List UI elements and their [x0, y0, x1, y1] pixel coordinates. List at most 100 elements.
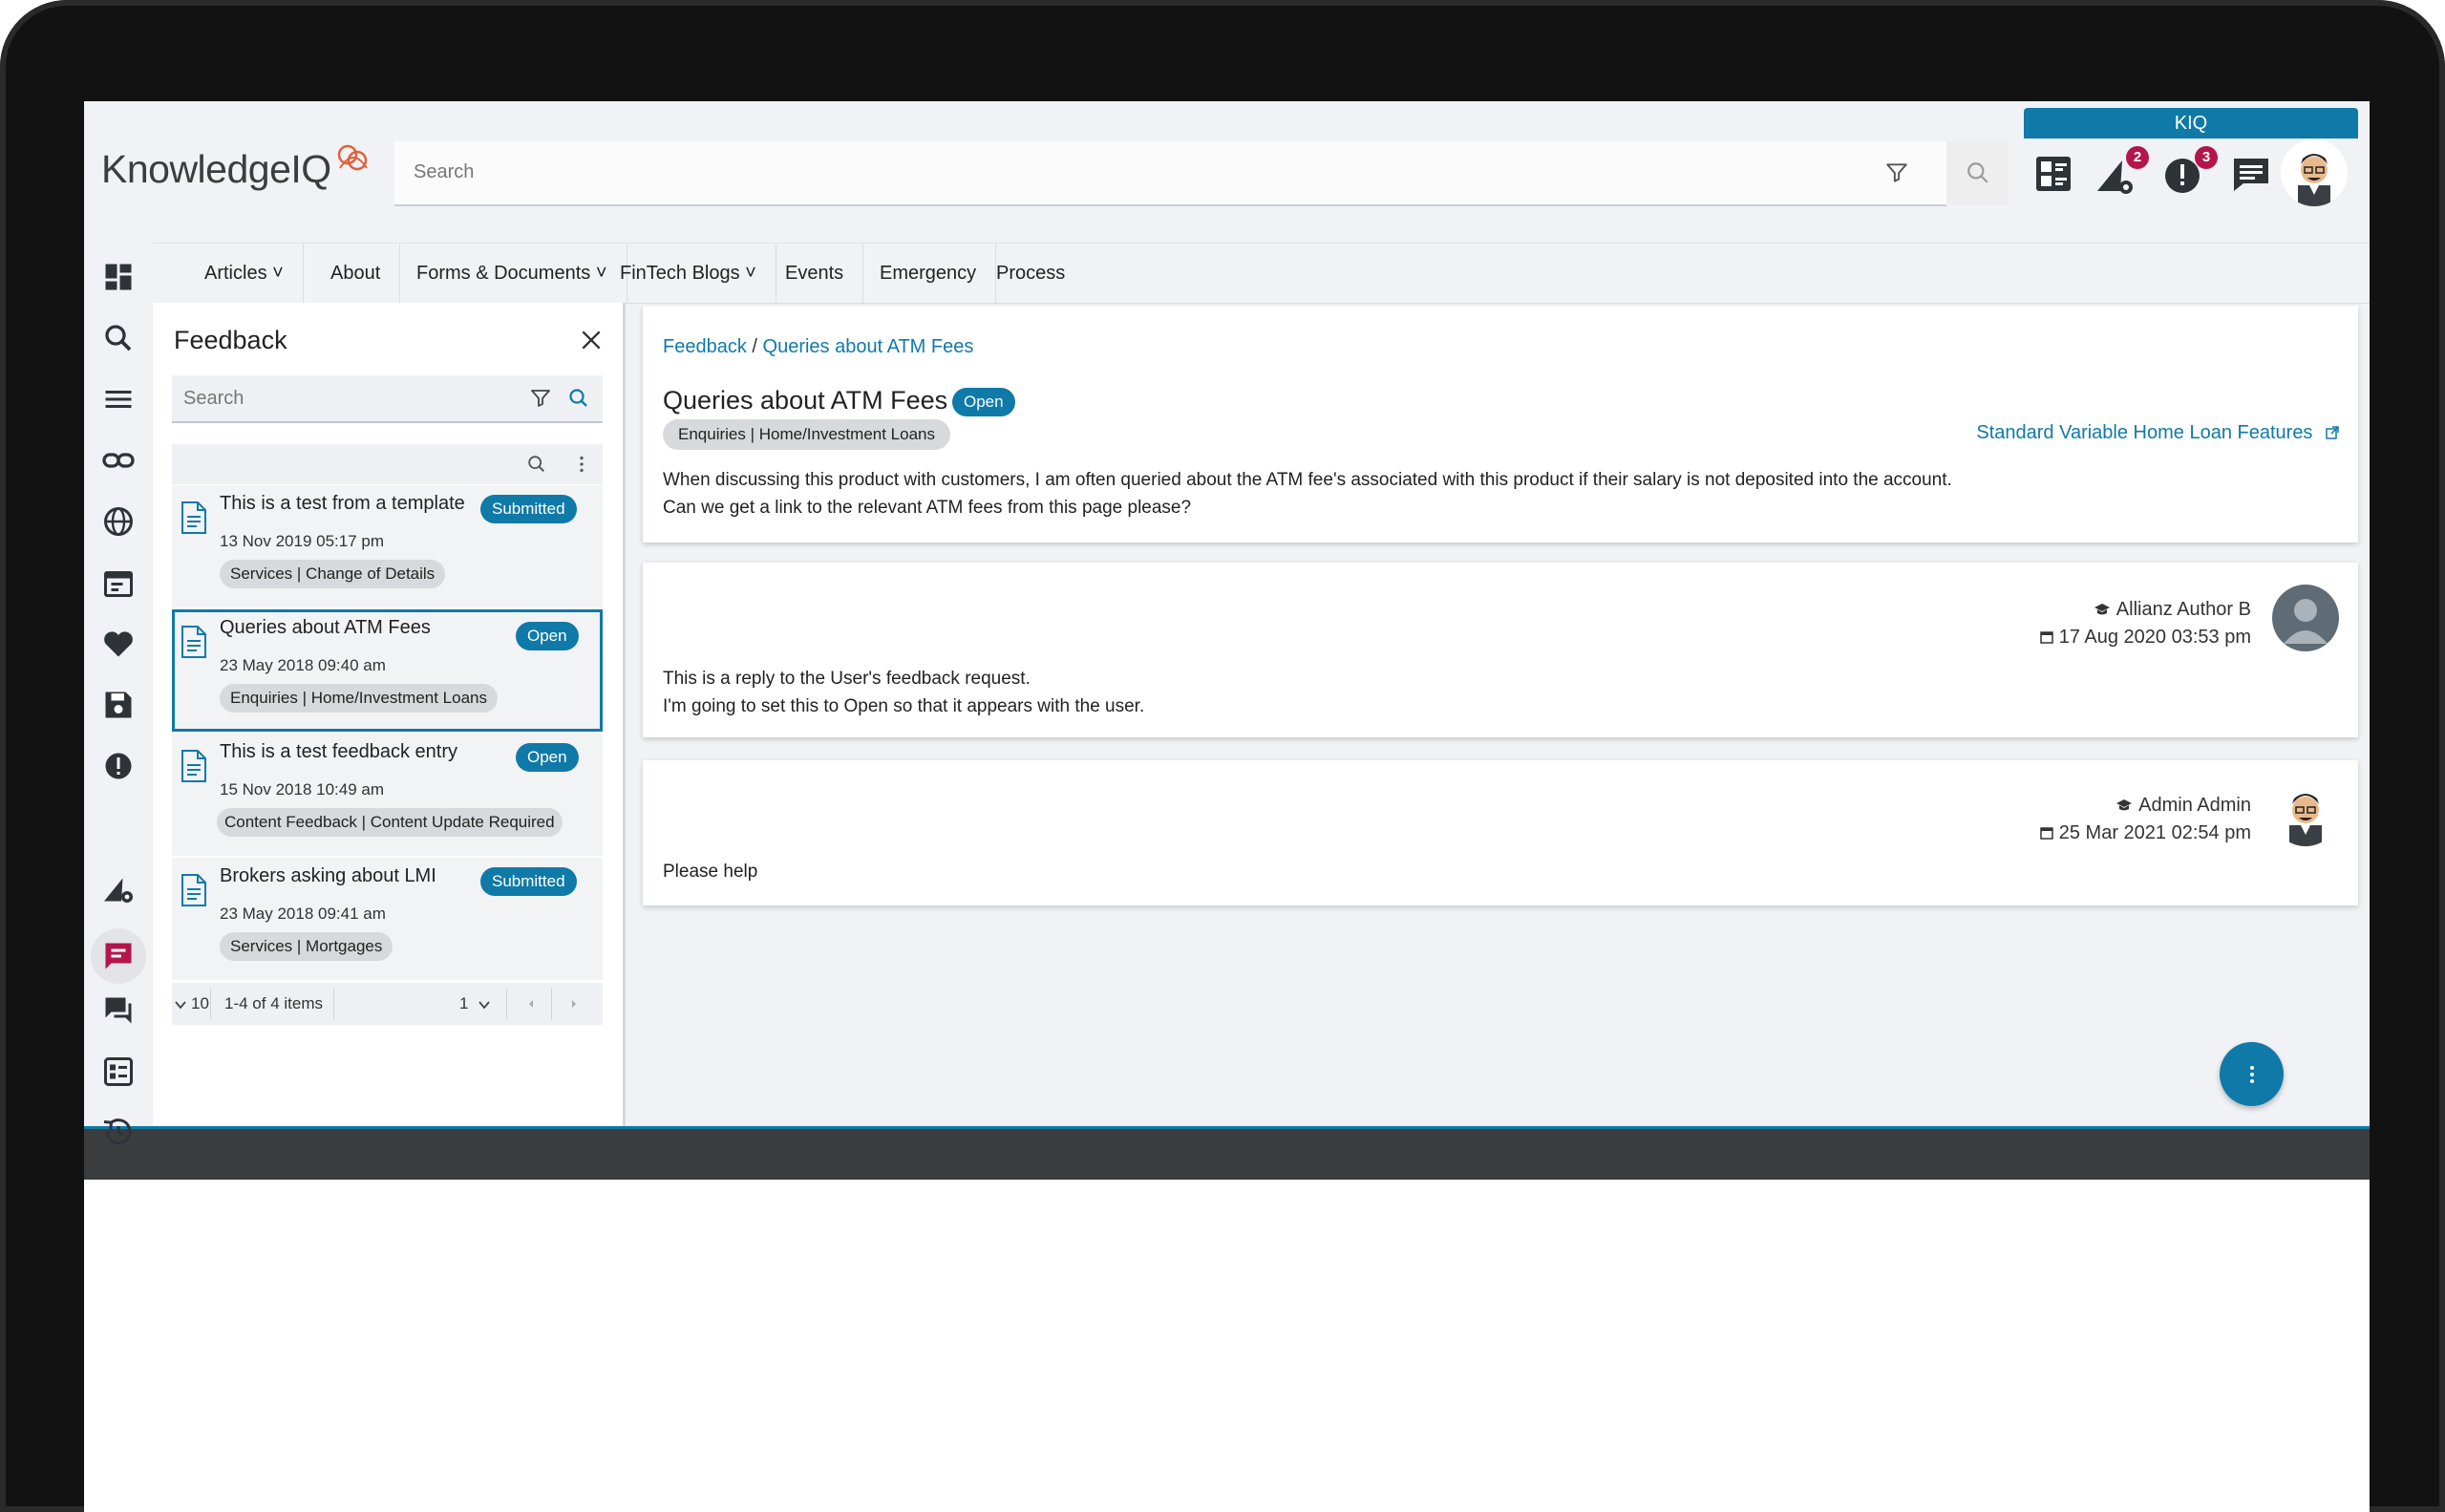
chevron-down-icon[interactable] [478, 998, 491, 1012]
calendar-icon [2040, 827, 2053, 840]
item-title: This is a test feedback entry [220, 741, 458, 762]
feedback-icon[interactable] [101, 939, 136, 973]
nav-articles[interactable]: Articles ˅ [185, 244, 304, 303]
history-icon[interactable] [101, 1115, 136, 1149]
calendar-icon[interactable] [101, 565, 136, 600]
alert-icon[interactable] [101, 749, 136, 783]
menu-icon[interactable] [101, 382, 136, 416]
alerts-count-badge: 2 [2126, 146, 2149, 169]
linked-article-link[interactable]: Standard Variable Home Loan Features [1976, 422, 2339, 444]
page-number[interactable]: 1 [459, 994, 468, 1013]
feedback-body-line: When discussing this product with custom… [663, 470, 1952, 490]
list-item[interactable]: Brokers asking about LMI Submitted 23 Ma… [172, 858, 603, 980]
pager-divider [551, 989, 552, 1019]
close-icon[interactable] [579, 328, 604, 352]
admin-avatar-icon [2289, 794, 2322, 846]
category-tag: Enquiries | Home/Investment Loans [663, 419, 950, 450]
document-icon [181, 874, 206, 906]
status-badge: Submitted [480, 867, 577, 896]
item-tag: Content Feedback | Content Update Requir… [217, 808, 563, 837]
feedback-detail-card: Feedback / Queries about ATM Fees Querie… [643, 306, 2358, 543]
chevron-left-icon[interactable] [525, 998, 537, 1010]
item-tag: Enquiries | Home/Investment Loans [220, 684, 498, 713]
kiq-tab[interactable]: KIQ [2024, 108, 2358, 138]
breadcrumb-separator: / [746, 336, 763, 357]
pager-divider [506, 989, 507, 1019]
checklist-icon[interactable] [101, 1054, 136, 1089]
nav-process[interactable]: Process [977, 244, 1084, 303]
reply-body-line: Please help [663, 862, 758, 882]
blank-area [84, 1180, 2370, 1512]
item-date: 23 May 2018 09:40 am [220, 656, 386, 674]
reply-date: 25 Mar 2021 02:54 pm [2058, 822, 2251, 843]
actions-fab-button[interactable] [2220, 1042, 2284, 1106]
item-tag: Services | Change of Details [220, 560, 446, 588]
item-date: 15 Nov 2018 10:49 am [220, 780, 385, 799]
reply-card: Admin Admin 25 Mar 2021 02:54 pm Please … [643, 760, 2358, 905]
warnings-count-badge: 3 [2195, 146, 2218, 169]
more-vertical-icon [2250, 1066, 2254, 1083]
list-item[interactable]: This is a test from a template Submitted… [172, 485, 603, 607]
nav-fintech-blogs[interactable]: FinTech Blogs ˅ [601, 244, 776, 303]
feedback-search-input[interactable]: Search [172, 375, 603, 423]
external-link-icon [2326, 426, 2339, 439]
feedback-body-line: Can we get a link to the relevant ATM fe… [663, 498, 1192, 518]
reply-body: This is a reply to the User's feedback r… [663, 665, 1144, 720]
chat-icon[interactable] [2228, 151, 2274, 197]
search-button[interactable] [1946, 141, 2009, 204]
link-icon[interactable] [101, 443, 136, 478]
reply-body-line: I'm going to set this to Open so that it… [663, 696, 1145, 716]
item-title: Brokers asking about LMI [220, 865, 436, 886]
app-logo[interactable]: KnowledgeIQ [101, 147, 331, 192]
filter-icon[interactable] [529, 387, 552, 410]
page-title-text: Queries about ATM Fees [663, 386, 948, 415]
item-date: 13 Nov 2019 05:17 pm [220, 532, 385, 550]
pager-divider [210, 989, 211, 1019]
save-icon[interactable] [101, 688, 136, 722]
reply-body: Please help [663, 858, 757, 885]
user-avatar[interactable] [2281, 139, 2348, 206]
nav-forms-documents[interactable]: Forms & Documents ˅ [397, 244, 627, 303]
dashboard-list-icon[interactable] [2030, 151, 2076, 197]
document-icon [181, 501, 206, 534]
status-badge: Open [516, 743, 579, 772]
feedback-search-placeholder: Search [183, 388, 244, 409]
alerts-settings-icon[interactable] [101, 871, 136, 905]
pager-summary: 1-4 of 4 items [224, 994, 323, 1012]
list-toolbar [172, 444, 603, 484]
linked-article-label: Standard Variable Home Loan Features [1976, 422, 2313, 443]
calendar-icon [2039, 631, 2053, 644]
search-placeholder: Search [414, 161, 475, 182]
breadcrumb: Feedback / Queries about ATM Fees [663, 336, 973, 358]
feedback-body: When discussing this product with custom… [663, 466, 1952, 522]
chat-icon[interactable] [101, 993, 136, 1028]
status-badge: Open [952, 388, 1015, 416]
search-icon[interactable] [567, 387, 590, 410]
list-item[interactable]: This is a test feedback entry Open 15 No… [172, 734, 603, 856]
item-tag: Services | Mortgages [220, 932, 393, 961]
graduation-cap-icon [2094, 604, 2110, 615]
page-size[interactable]: 10 [191, 994, 209, 1013]
dashboard-icon[interactable] [101, 260, 136, 294]
item-title: This is a test from a template [220, 493, 465, 514]
nav-emergency[interactable]: Emergency [861, 244, 997, 303]
more-vertical-icon[interactable] [571, 454, 592, 475]
global-search-input[interactable]: Search [394, 141, 1946, 206]
nav-about[interactable]: About [311, 244, 401, 303]
list-search-icon[interactable] [526, 454, 547, 475]
list-item-selected[interactable]: Queries about ATM Fees Open 23 May 2018 … [172, 609, 603, 732]
globe-icon[interactable] [101, 504, 136, 539]
breadcrumb-root[interactable]: Feedback [663, 336, 747, 357]
status-badge: Open [516, 622, 579, 650]
chevron-down-icon[interactable] [174, 998, 187, 1012]
filter-icon[interactable] [1884, 160, 1909, 185]
heart-icon[interactable] [101, 627, 136, 661]
feedback-panel: Feedback Search This is a test from a te… [153, 303, 626, 1126]
avatar [2272, 779, 2339, 846]
reply-date: 17 Aug 2020 03:53 pm [2058, 627, 2251, 648]
chevron-right-icon[interactable] [568, 998, 580, 1010]
nav-events[interactable]: Events [766, 244, 864, 303]
breadcrumb-current[interactable]: Queries about ATM Fees [763, 336, 974, 357]
search-icon[interactable] [101, 321, 136, 355]
document-icon [181, 626, 206, 658]
